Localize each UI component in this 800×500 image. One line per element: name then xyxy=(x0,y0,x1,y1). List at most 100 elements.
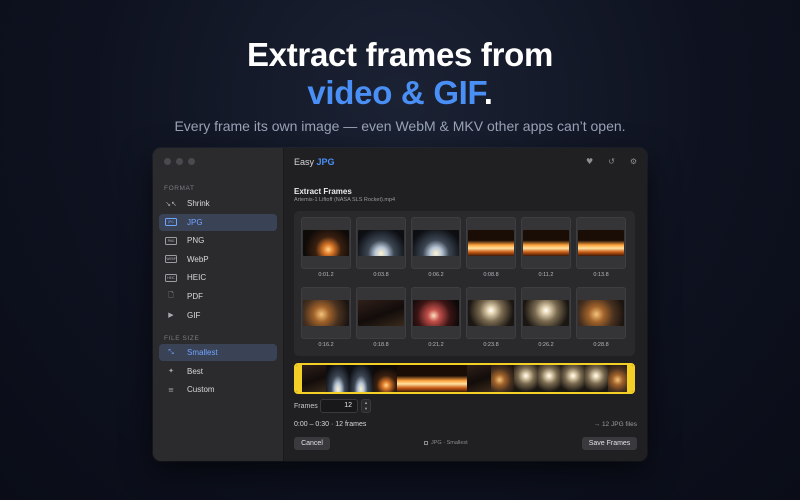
frame-thumbnail[interactable]: 0:23.8 xyxy=(466,287,516,348)
output-count: → 12 JPG files xyxy=(593,421,637,428)
source-file-name: Artemis-1 Liftoff (NASA SLS Rocket).mp4 xyxy=(294,197,396,203)
sidebar-item-shrink[interactable]: ↘↖ Shrink xyxy=(159,195,277,212)
heic-badge-icon: HEIC xyxy=(165,273,177,282)
history-icon[interactable]: ↺ xyxy=(608,157,615,166)
filmstrip-frame xyxy=(302,365,326,392)
zoom-window-button[interactable] xyxy=(188,158,195,165)
sidebar-item-label: JPG xyxy=(187,217,203,227)
filmstrip-frame xyxy=(466,365,491,392)
range-summary: 0:00 – 0:30 · 12 frames xyxy=(294,421,367,428)
filmstrip-frame xyxy=(372,365,397,392)
sidebar-item-best[interactable]: ✦ Best xyxy=(159,363,277,380)
frame-timestamp: 0:21.2 xyxy=(428,342,444,348)
chevron-down-icon[interactable]: ▼ xyxy=(362,406,370,412)
frame-thumbnail[interactable]: 0:06.2 xyxy=(411,217,461,278)
frame-image xyxy=(413,300,459,326)
heart-icon[interactable]: ♥ xyxy=(586,157,593,166)
frame-image xyxy=(358,300,404,326)
sidebar-item-label: PNG xyxy=(187,236,205,246)
sidebar-item-label: GIF xyxy=(187,310,201,320)
frame-thumbnail[interactable]: 0:08.8 xyxy=(466,217,516,278)
frame-thumbnail[interactable]: 0:26.2 xyxy=(521,287,571,348)
filmstrip-frame xyxy=(537,365,561,392)
timeline-end-handle[interactable] xyxy=(627,365,633,392)
image-icon xyxy=(424,440,428,445)
frames-count-input[interactable]: 12 xyxy=(320,399,358,413)
frame-image xyxy=(303,300,349,326)
frame-image xyxy=(523,300,569,326)
play-icon: ▶ xyxy=(168,311,174,320)
frame-grid: 0:01.2 0:03.8 0:06.2 0:08.8 0:11.2 0:13.8 0:16… xyxy=(294,211,635,356)
frame-image xyxy=(303,230,349,256)
filmstrip-frame xyxy=(419,365,444,392)
frame-thumbnail[interactable]: 0:21.2 xyxy=(411,287,461,348)
save-frames-button[interactable]: Save Frames xyxy=(582,437,637,450)
frame-timestamp: 0:16.2 xyxy=(318,342,334,348)
sidebar-item-label: Shrink xyxy=(187,199,210,208)
frame-timestamp: 0:13.8 xyxy=(593,272,609,278)
window-controls xyxy=(164,158,195,165)
frame-timestamp: 0:23.8 xyxy=(483,342,499,348)
filmstrip-frame xyxy=(396,365,420,392)
sidebar-item-jpg[interactable]: JPG JPG xyxy=(159,213,277,231)
frame-image xyxy=(413,230,459,256)
frame-image xyxy=(358,230,404,256)
frame-timestamp: 0:28.8 xyxy=(593,342,609,348)
sidebar-item-heic[interactable]: HEIC HEIC xyxy=(159,269,277,286)
frames-label: Frames xyxy=(294,403,318,410)
format-section-label: FORMAT xyxy=(164,185,195,192)
section-title: Extract Frames xyxy=(294,187,352,196)
compress-icon: ⤡ xyxy=(168,348,174,356)
frame-timestamp: 0:11.2 xyxy=(538,272,554,278)
frame-timestamp: 0:18.8 xyxy=(373,342,389,348)
hero-title: Extract frames from video & GIF. xyxy=(0,36,800,112)
sidebar-item-png[interactable]: PNG PNG xyxy=(159,232,277,249)
sidebar-item-label: Custom xyxy=(187,385,215,395)
minimize-window-button[interactable] xyxy=(176,158,183,165)
sidebar-item-custom[interactable]: ≡ Custom xyxy=(159,381,277,398)
frame-image xyxy=(468,300,514,326)
sidebar-item-webp[interactable]: WEBP WebP xyxy=(159,251,277,268)
frame-thumbnail[interactable]: 0:01.2 xyxy=(301,217,351,278)
file-size-section-label: FILE SIZE xyxy=(164,335,200,342)
frames-stepper[interactable]: ▲ ▼ xyxy=(361,399,371,413)
filmstrip-frame xyxy=(490,365,514,392)
sidebar-item-smallest[interactable]: ⤡ Smallest xyxy=(159,344,277,361)
sidebar-item-label: HEIC xyxy=(187,273,207,283)
png-badge-icon: PNG xyxy=(165,236,177,245)
sidebar-item-label: Best xyxy=(187,366,204,376)
shrink-icon: ↘↖ xyxy=(165,199,177,208)
close-window-button[interactable] xyxy=(164,158,171,165)
format-status: JPG · Smallest xyxy=(424,440,468,446)
gear-icon[interactable]: ⚙ xyxy=(630,157,637,166)
filmstrip-frame xyxy=(560,365,585,392)
hero-title-period: . xyxy=(483,74,493,111)
cancel-button[interactable]: Cancel xyxy=(294,437,330,450)
filmstrip-frame xyxy=(443,365,467,392)
filmstrip-frame xyxy=(513,365,538,392)
filmstrip-frame xyxy=(325,365,350,392)
frame-timestamp: 0:26.2 xyxy=(538,342,554,348)
main-panel: Easy JPG ♥ ↺ ⚙ Extract Frames Artemis-1 … xyxy=(284,148,647,461)
frame-thumbnail[interactable]: 0:16.2 xyxy=(301,287,351,348)
sidebar-item-pdf[interactable]: 🗋 PDF xyxy=(159,288,277,305)
frame-thumbnail[interactable]: 0:13.8 xyxy=(576,217,626,278)
frame-thumbnail[interactable]: 0:03.8 xyxy=(356,217,406,278)
frame-thumbnail[interactable]: 0:28.8 xyxy=(576,287,626,348)
sidebar-item-label: WebP xyxy=(187,254,209,264)
sidebar: FORMAT ↘↖ Shrink JPG JPG PNG PNG WEBP WebP HEIC H… xyxy=(153,148,284,461)
toolbar-icons: ♥ ↺ ⚙ xyxy=(586,157,637,166)
timeline-filmstrip[interactable] xyxy=(294,363,635,394)
frame-thumbnail[interactable]: 0:11.2 xyxy=(521,217,571,278)
hero-title-line1: Extract frames from xyxy=(246,36,554,73)
frame-image xyxy=(468,230,514,256)
brand-accent: JPG xyxy=(316,157,335,167)
frame-thumbnail[interactable]: 0:18.8 xyxy=(356,287,406,348)
hero-title-accent: video & GIF xyxy=(307,74,484,111)
hero-title-line2: video & GIF. xyxy=(0,74,800,112)
app-window: FORMAT ↘↖ Shrink JPG JPG PNG PNG WEBP WebP HEIC H… xyxy=(153,148,647,461)
sidebar-item-gif[interactable]: ▶ GIF xyxy=(159,307,277,324)
timeline-start-handle[interactable] xyxy=(296,365,302,392)
frame-timestamp: 0:06.2 xyxy=(428,272,444,278)
frame-timestamp: 0:03.8 xyxy=(373,272,389,278)
